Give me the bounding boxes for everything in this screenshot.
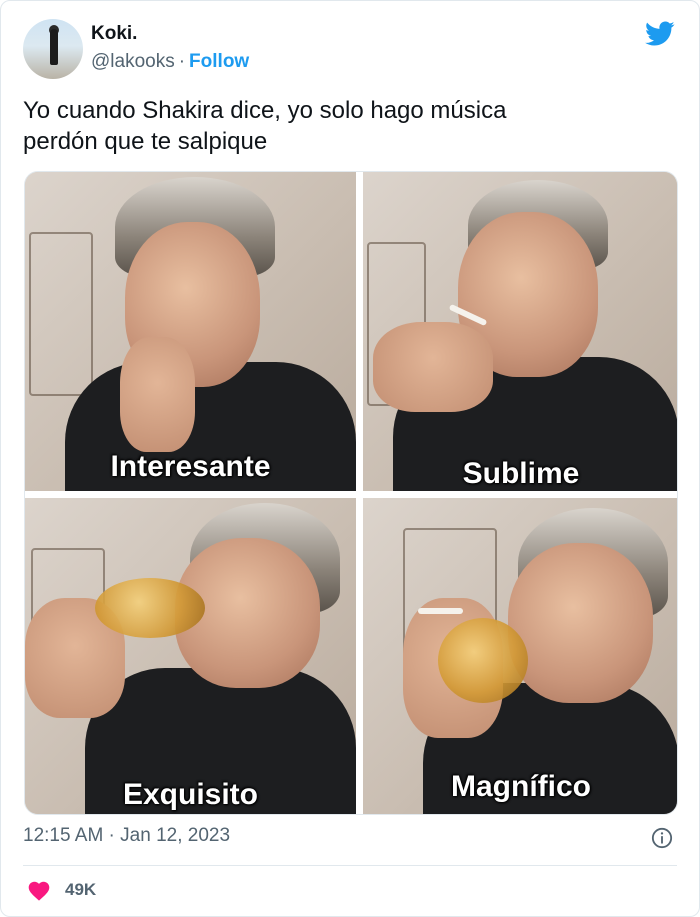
panel-caption: Sublime — [462, 457, 580, 490]
tweet-text: Yo cuando Shakira dice, yo solo hago mús… — [23, 97, 507, 155]
divider — [23, 865, 677, 866]
wine-glass — [95, 578, 205, 638]
like-action[interactable]: 49K — [27, 877, 96, 903]
info-icon[interactable] — [651, 827, 673, 849]
separator: · — [178, 51, 186, 72]
media-grid[interactable]: Interesante Sublime Exquisito Magnífico — [24, 171, 678, 815]
media-panel[interactable]: Interesante — [25, 172, 356, 491]
user-name[interactable]: Koki. — [91, 23, 137, 45]
twitter-bird-icon[interactable] — [645, 21, 675, 47]
heart-icon[interactable] — [27, 879, 51, 901]
hand — [120, 337, 195, 452]
hand — [373, 322, 493, 412]
like-count: 49K — [65, 880, 97, 899]
panel-caption: Magnífico — [451, 770, 591, 803]
handle-row: @lakooks · Follow — [91, 51, 249, 73]
tweet-timestamp[interactable]: 12:15 AM · Jan 12, 2023 — [23, 825, 230, 847]
follow-button[interactable]: Follow — [189, 51, 249, 72]
panel-caption: Interesante — [110, 450, 271, 483]
wall-art — [29, 232, 93, 396]
tweet-card: Koki. @lakooks · Follow Yo cuando Shakira … — [0, 0, 700, 917]
media-panel[interactable]: Exquisito — [25, 498, 356, 814]
avatar[interactable] — [23, 19, 83, 79]
wine-glass — [438, 618, 528, 703]
face — [508, 543, 653, 703]
panel-caption: Exquisito — [122, 778, 258, 811]
tweet-header: Koki. @lakooks · Follow — [23, 19, 677, 81]
cigarette — [418, 608, 463, 614]
media-panel[interactable]: Magnífico — [363, 498, 677, 814]
media-panel[interactable]: Sublime — [363, 172, 677, 491]
user-handle[interactable]: @lakooks — [91, 51, 175, 72]
